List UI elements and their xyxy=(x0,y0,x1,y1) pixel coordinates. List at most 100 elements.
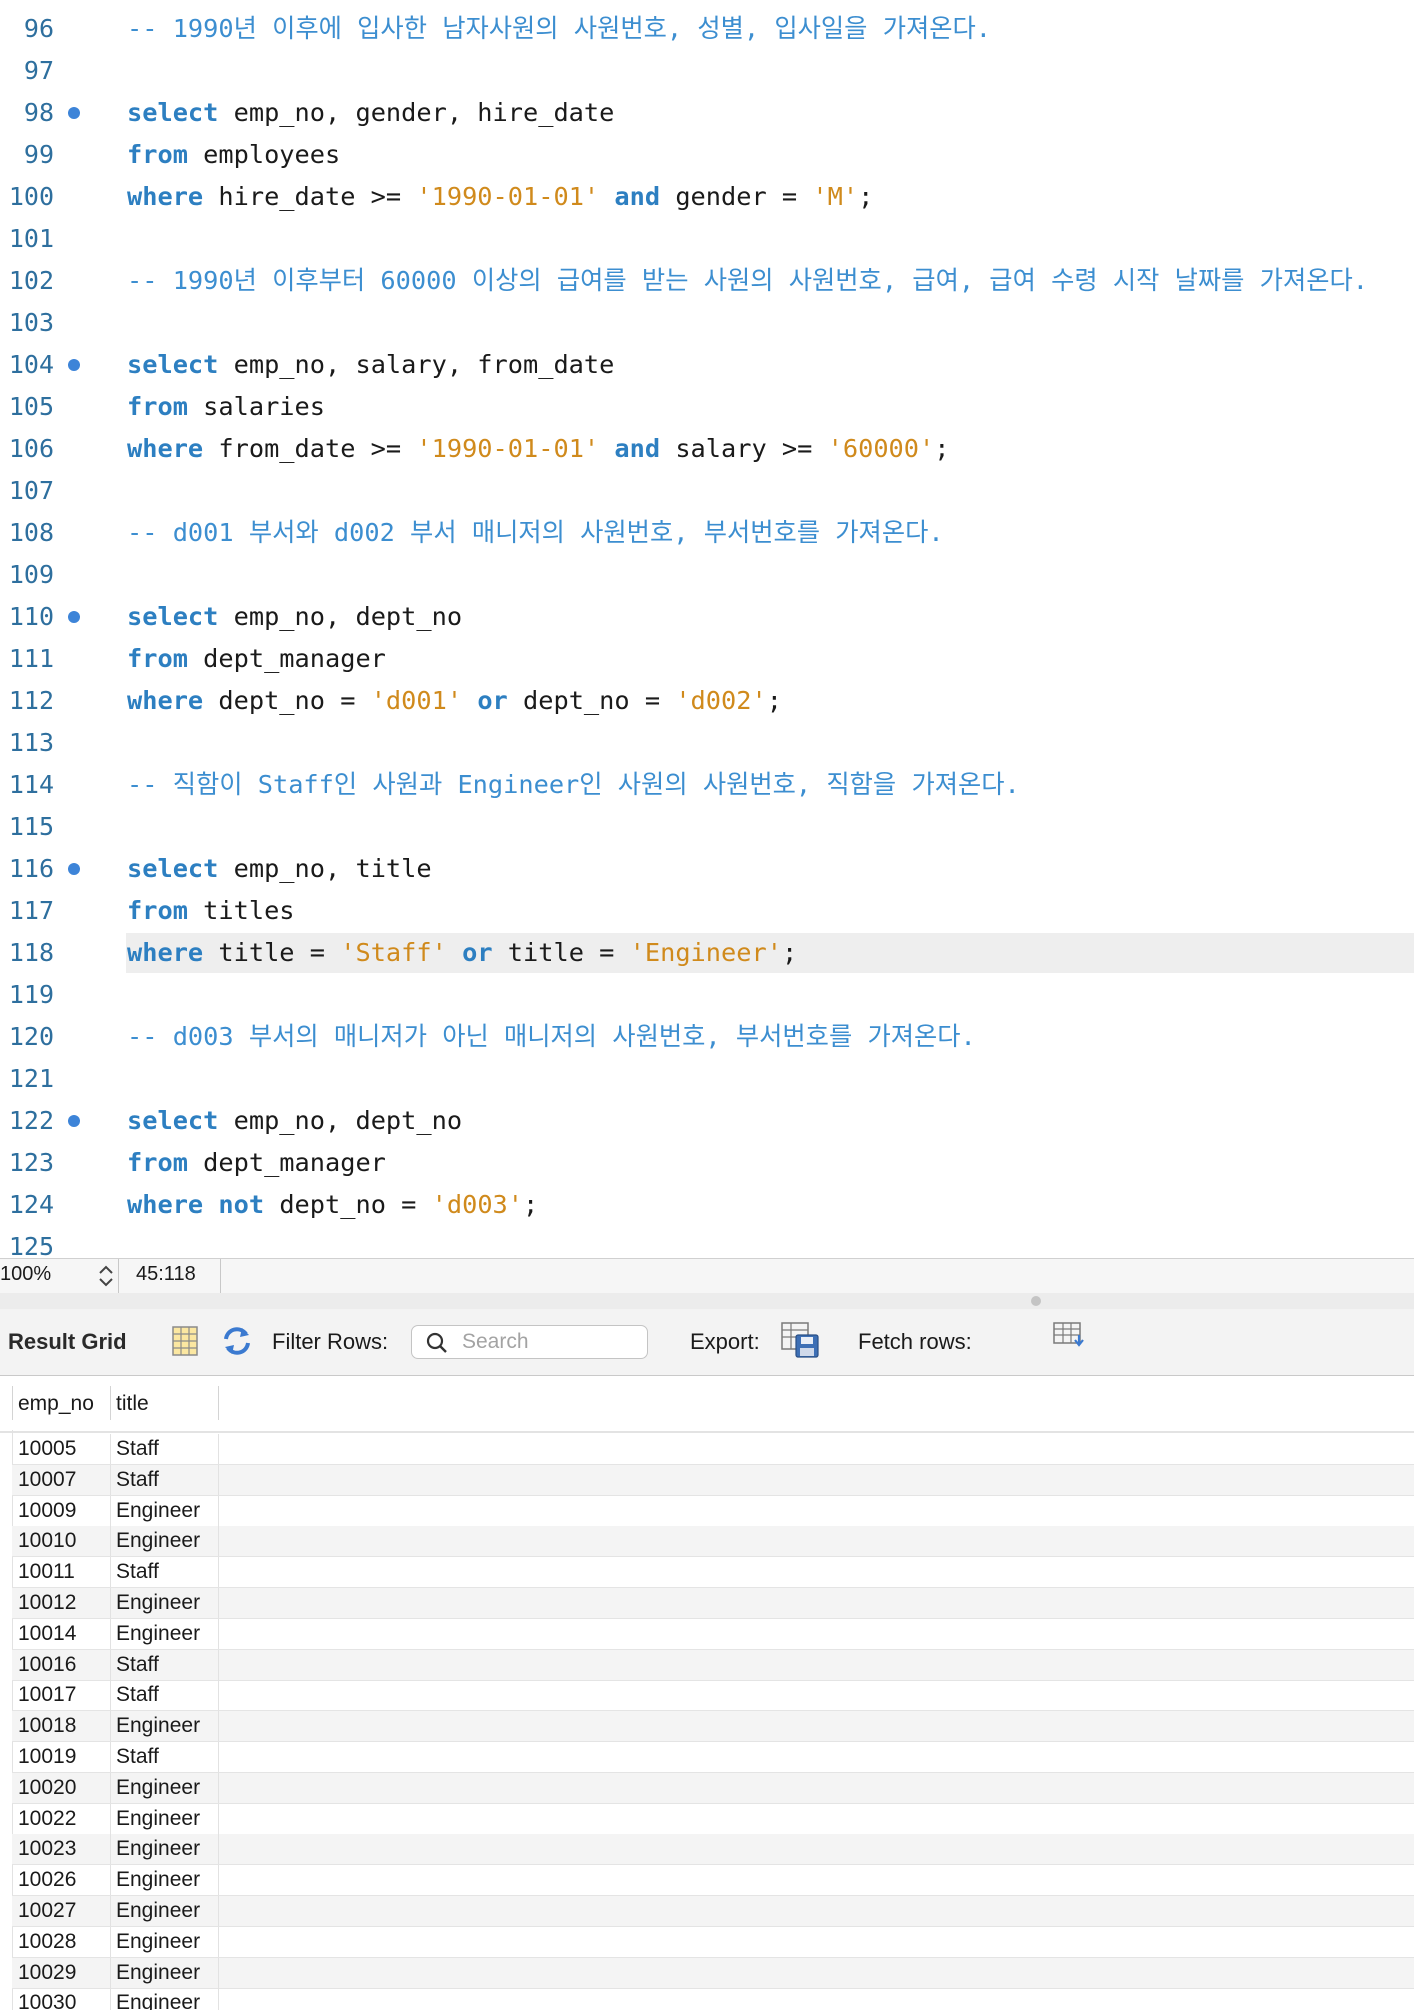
cell-title[interactable]: Engineer xyxy=(116,1711,200,1741)
code-line[interactable]: 102 -- 1990년 이후부터 60000 이상의 급여를 받는 사원의 사원… xyxy=(0,260,1414,302)
table-row[interactable]: 10026 Engineer xyxy=(12,1865,1414,1897)
cell-emp-no[interactable]: 10028 xyxy=(18,1927,76,1957)
cell-emp-no[interactable]: 10016 xyxy=(18,1650,76,1680)
table-row[interactable]: 10010 Engineer xyxy=(12,1526,1414,1558)
code-text[interactable]: from salaries xyxy=(127,386,325,428)
column-header-emp-no[interactable]: emp_no xyxy=(18,1386,94,1422)
code-text[interactable]: -- 1990년 이후부터 60000 이상의 급여를 받는 사원의 사원번호,… xyxy=(127,260,1368,302)
code-line[interactable]: 112 where dept_no = 'd001' or dept_no = '… xyxy=(0,680,1414,722)
table-row[interactable]: 10012 Engineer xyxy=(12,1588,1414,1619)
cell-emp-no[interactable]: 10007 xyxy=(18,1465,76,1495)
cell-title[interactable]: Staff xyxy=(116,1650,159,1680)
splitter-handle[interactable] xyxy=(1031,1296,1041,1306)
table-row[interactable]: 10027 Engineer xyxy=(12,1896,1414,1927)
code-line[interactable]: 104 select emp_no, salary, from_date xyxy=(0,344,1414,386)
code-text[interactable]: -- d003 부서의 매니저가 아닌 매니저의 사원번호, 부서번호를 가져온… xyxy=(127,1016,976,1058)
cell-emp-no[interactable]: 10030 xyxy=(18,1988,76,2010)
code-text[interactable]: where title = 'Staff' or title = 'Engine… xyxy=(127,932,797,974)
code-line[interactable]: 120 -- d003 부서의 매니저가 아닌 매니저의 사원번호, 부서번호를 … xyxy=(0,1016,1414,1058)
cell-emp-no[interactable]: 10022 xyxy=(18,1804,76,1834)
table-row[interactable]: 10028 Engineer xyxy=(12,1926,1414,1958)
code-line[interactable]: 110 select emp_no, dept_no xyxy=(0,596,1414,638)
code-text[interactable]: select emp_no, gender, hire_date xyxy=(127,92,614,134)
code-line[interactable]: 125 xyxy=(0,1226,1414,1258)
cell-title[interactable]: Engineer xyxy=(116,1496,200,1526)
table-row[interactable]: 10022 Engineer xyxy=(12,1803,1414,1835)
refresh-icon[interactable] xyxy=(220,1324,254,1358)
code-line[interactable]: 108 -- d001 부서와 d002 부서 매니저의 사원번호, 부서번호를 … xyxy=(0,512,1414,554)
filter-search-input[interactable] xyxy=(462,1328,638,1356)
table-row[interactable]: 10029 Engineer xyxy=(12,1957,1414,1989)
cell-emp-no[interactable]: 10014 xyxy=(18,1619,76,1649)
code-text[interactable]: from employees xyxy=(127,134,340,176)
statement-marker-icon[interactable] xyxy=(68,611,80,623)
statement-marker-icon[interactable] xyxy=(68,107,80,119)
code-text[interactable]: select emp_no, dept_no xyxy=(127,596,462,638)
cell-emp-no[interactable]: 10026 xyxy=(18,1865,76,1895)
code-text[interactable]: where hire_date >= '1990-01-01' and gend… xyxy=(127,176,873,218)
grid-icon[interactable] xyxy=(172,1326,198,1356)
code-text[interactable]: where dept_no = 'd001' or dept_no = 'd00… xyxy=(127,680,782,722)
code-line[interactable]: 122 select emp_no, dept_no xyxy=(0,1100,1414,1142)
code-line[interactable]: 103 xyxy=(0,302,1414,344)
code-text[interactable]: from dept_manager xyxy=(127,638,386,680)
cell-emp-no[interactable]: 10017 xyxy=(18,1680,76,1710)
cell-title[interactable]: Engineer xyxy=(116,1834,200,1864)
cell-title[interactable]: Engineer xyxy=(116,1619,200,1649)
code-text[interactable]: -- 1990년 이후에 입사한 남자사원의 사원번호, 성별, 입사일을 가져… xyxy=(127,8,991,50)
code-line[interactable]: 116 select emp_no, title xyxy=(0,848,1414,890)
code-line[interactable]: 117 from titles xyxy=(0,890,1414,932)
cell-title[interactable]: Engineer xyxy=(116,1958,200,1988)
statement-marker-icon[interactable] xyxy=(68,863,80,875)
cell-emp-no[interactable]: 10009 xyxy=(18,1496,76,1526)
code-line[interactable]: 113 xyxy=(0,722,1414,764)
table-row[interactable]: 10005 Staff xyxy=(12,1434,1414,1465)
cell-emp-no[interactable]: 10011 xyxy=(18,1557,75,1587)
table-row[interactable]: 10030 Engineer xyxy=(12,1988,1414,2010)
code-line[interactable]: 101 xyxy=(0,218,1414,260)
code-text[interactable]: select emp_no, dept_no xyxy=(127,1100,462,1142)
table-row[interactable]: 10019 Staff xyxy=(12,1742,1414,1773)
statement-marker-icon[interactable] xyxy=(68,1115,80,1127)
cell-emp-no[interactable]: 10010 xyxy=(18,1526,76,1556)
code-line[interactable]: 97 xyxy=(0,50,1414,92)
table-row[interactable]: 10018 Engineer xyxy=(12,1711,1414,1743)
cell-emp-no[interactable]: 10029 xyxy=(18,1958,76,1988)
code-text[interactable]: from dept_manager xyxy=(127,1142,386,1184)
table-row[interactable]: 10014 Engineer xyxy=(12,1618,1414,1650)
cell-emp-no[interactable]: 10023 xyxy=(18,1834,76,1864)
code-line[interactable]: 114 -- 직함이 Staff인 사원과 Engineer인 사원의 사원번호,… xyxy=(0,764,1414,806)
code-text[interactable]: select emp_no, title xyxy=(127,848,432,890)
cell-title[interactable]: Staff xyxy=(116,1434,159,1464)
table-row[interactable]: 10017 Staff xyxy=(12,1680,1414,1712)
code-line[interactable]: 119 xyxy=(0,974,1414,1016)
column-divider[interactable] xyxy=(110,1386,111,1420)
cell-title[interactable]: Engineer xyxy=(116,1865,200,1895)
code-line[interactable]: 107 xyxy=(0,470,1414,512)
cell-title[interactable]: Engineer xyxy=(116,1804,200,1834)
code-line[interactable]: 99 from employees xyxy=(0,134,1414,176)
cell-title[interactable]: Engineer xyxy=(116,1773,200,1803)
cell-emp-no[interactable]: 10019 xyxy=(18,1742,76,1772)
code-line[interactable]: 105 from salaries xyxy=(0,386,1414,428)
cell-title[interactable]: Staff xyxy=(116,1742,159,1772)
fetch-rows-icon[interactable] xyxy=(1052,1321,1088,1353)
cell-emp-no[interactable]: 10027 xyxy=(18,1896,76,1926)
code-line[interactable]: 96 -- 1990년 이후에 입사한 남자사원의 사원번호, 성별, 입사일을 … xyxy=(0,8,1414,50)
zoom-level[interactable]: 100% xyxy=(0,1263,51,1286)
cell-emp-no[interactable]: 10020 xyxy=(18,1773,76,1803)
code-line[interactable]: 98 select emp_no, gender, hire_date xyxy=(0,92,1414,134)
code-line[interactable]: 111 from dept_manager xyxy=(0,638,1414,680)
cell-title[interactable]: Engineer xyxy=(116,1526,200,1556)
filter-search-box[interactable] xyxy=(411,1325,648,1359)
code-text[interactable]: where not dept_no = 'd003'; xyxy=(127,1184,538,1226)
sql-editor[interactable]: 96 -- 1990년 이후에 입사한 남자사원의 사원번호, 성별, 입사일을 … xyxy=(0,0,1414,1258)
cell-title[interactable]: Staff xyxy=(116,1465,159,1495)
column-header-title[interactable]: title xyxy=(116,1386,149,1422)
code-line[interactable]: 109 xyxy=(0,554,1414,596)
result-grid[interactable]: emp_no title 10005 Staff 10007 Staff 10009 En… xyxy=(0,1376,1414,2010)
code-text[interactable]: where from_date >= '1990-01-01' and sala… xyxy=(127,428,949,470)
cell-emp-no[interactable]: 10018 xyxy=(18,1711,76,1741)
table-row[interactable]: 10023 Engineer xyxy=(12,1834,1414,1866)
table-row[interactable]: 10016 Staff xyxy=(12,1649,1414,1681)
